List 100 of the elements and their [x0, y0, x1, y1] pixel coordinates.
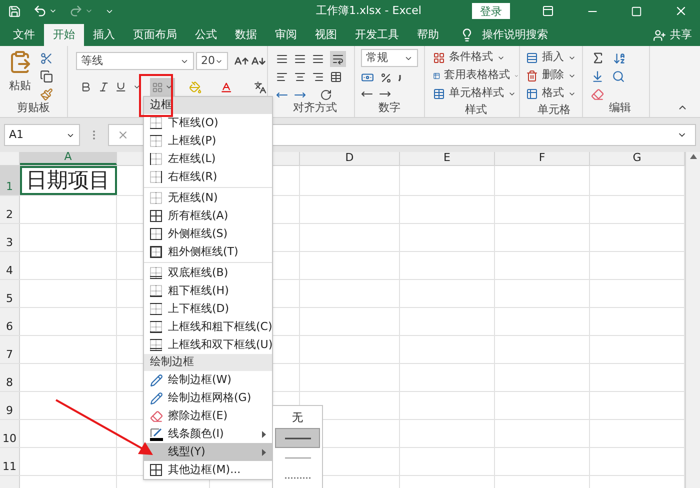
- scroll-up-icon[interactable]: [690, 154, 696, 159]
- italic-icon[interactable]: [98, 81, 110, 93]
- menu-item[interactable]: 左框线(L): [144, 150, 272, 168]
- percent-icon[interactable]: [380, 72, 392, 84]
- line-style-option[interactable]: 无: [275, 408, 320, 428]
- menu-item[interactable]: 绘制边框网格(G): [144, 389, 272, 407]
- styles-button[interactable]: 单元格样式: [433, 86, 519, 101]
- ribbon-tab[interactable]: 页面布局: [124, 24, 186, 46]
- cells-button[interactable]: 格式: [526, 86, 582, 101]
- menu-item[interactable]: 粗下框线(H): [144, 282, 272, 300]
- menu-item[interactable]: 上框线和双下框线(U): [144, 336, 272, 354]
- sum-icon[interactable]: [591, 51, 605, 65]
- align-top-icon[interactable]: [276, 53, 288, 65]
- menu-item[interactable]: 所有框线(A): [144, 207, 272, 225]
- ribbon-tab[interactable]: 插入: [84, 24, 124, 46]
- row-header[interactable]: 4: [0, 252, 20, 279]
- align-left-icon[interactable]: [276, 71, 288, 83]
- menu-item[interactable]: 无框线(N): [144, 189, 272, 207]
- redo-icon[interactable]: [69, 4, 83, 18]
- menu-item[interactable]: 上框线和粗下框线(C): [144, 318, 272, 336]
- underline-icon[interactable]: [115, 81, 128, 93]
- accounting-icon[interactable]: [361, 71, 374, 84]
- selected-cell[interactable]: 日期项目: [20, 166, 117, 195]
- rotate-icon[interactable]: [320, 89, 332, 101]
- cells-button[interactable]: 插入: [526, 50, 582, 65]
- merge-icon[interactable]: [330, 71, 342, 83]
- menu-item[interactable]: 擦除边框(E): [144, 407, 272, 425]
- ribbon-tab[interactable]: 开始: [44, 24, 84, 46]
- row-header[interactable]: 2: [0, 196, 20, 223]
- close-icon[interactable]: [674, 4, 688, 18]
- login-button[interactable]: 登录: [472, 3, 510, 19]
- ribbon-tab[interactable]: 开发工具: [346, 24, 408, 46]
- search-hint[interactable]: 操作说明搜索: [482, 26, 548, 44]
- caret-icon[interactable]: [164, 83, 173, 91]
- paste-icon[interactable]: [8, 50, 32, 74]
- menu-item[interactable]: 下框线(O): [144, 114, 272, 132]
- menu-item[interactable]: 双底框线(B): [144, 264, 272, 282]
- font-color-icon[interactable]: [220, 80, 232, 94]
- row-header[interactable]: 7: [0, 336, 20, 363]
- fill-icon[interactable]: [591, 70, 604, 83]
- align-center-icon[interactable]: [294, 71, 306, 83]
- ribbon-tab[interactable]: 公式: [186, 24, 226, 46]
- column-header[interactable]: E: [400, 152, 495, 165]
- phonetic-icon[interactable]: [254, 80, 267, 94]
- ribbon-tab[interactable]: 审阅: [266, 24, 306, 46]
- maximize-icon[interactable]: [631, 6, 642, 16]
- eraser-icon[interactable]: [591, 88, 604, 101]
- row-header[interactable]: 3: [0, 224, 20, 251]
- line-style-option[interactable]: [275, 428, 320, 448]
- undo-icon[interactable]: [33, 4, 47, 18]
- menu-item[interactable]: 线型(Y): [144, 443, 272, 461]
- align-bottom-icon[interactable]: [312, 53, 324, 65]
- ribbon-tab[interactable]: 帮助: [408, 24, 448, 46]
- lightbulb-icon[interactable]: [460, 28, 474, 42]
- ribbon-display-icon[interactable]: [542, 5, 554, 17]
- paintbrush-icon[interactable]: [40, 88, 53, 101]
- row-header[interactable]: 6: [0, 308, 20, 335]
- share-button[interactable]: 共享: [653, 24, 692, 46]
- row-header[interactable]: 11: [0, 448, 20, 475]
- search-icon[interactable]: [612, 70, 625, 83]
- fill-color-icon[interactable]: [189, 80, 202, 94]
- comma-icon[interactable]: [398, 74, 402, 82]
- row-header[interactable]: 8: [0, 364, 20, 391]
- align-right-icon[interactable]: [312, 71, 324, 83]
- column-header[interactable]: F: [495, 152, 590, 165]
- paste-label[interactable]: 粘贴: [9, 78, 31, 94]
- row-header[interactable]: 5: [0, 280, 20, 307]
- ribbon-tab[interactable]: 文件: [4, 24, 44, 46]
- ribbon-tab[interactable]: 视图: [306, 24, 346, 46]
- name-box[interactable]: A1: [4, 124, 80, 146]
- copy-icon[interactable]: [40, 70, 53, 83]
- row-header[interactable]: 9: [0, 392, 20, 419]
- border-icon: [150, 153, 162, 165]
- row-header[interactable]: 10: [0, 420, 20, 447]
- cells-button[interactable]: 删除: [526, 68, 582, 83]
- column-header[interactable]: A: [20, 152, 117, 165]
- column-header[interactable]: D: [300, 152, 400, 165]
- bold-icon[interactable]: [80, 81, 92, 93]
- menu-item[interactable]: 上下框线(D): [144, 300, 272, 318]
- save-icon[interactable]: [8, 4, 21, 18]
- text-orientation-icon[interactable]: [332, 53, 344, 65]
- styles-button[interactable]: 套用表格格式: [433, 68, 519, 83]
- menu-item[interactable]: 其他边框(M)...: [144, 461, 272, 479]
- scissors-icon[interactable]: [40, 52, 53, 65]
- menu-item[interactable]: 线条颜色(I): [144, 425, 272, 443]
- menu-item[interactable]: 绘制边框(W): [144, 371, 272, 389]
- styles-button[interactable]: 条件格式: [433, 50, 519, 65]
- row-header[interactable]: 1: [0, 166, 20, 195]
- align-middle-icon[interactable]: [294, 53, 306, 65]
- number-format-field[interactable]: 常规: [361, 49, 418, 67]
- ribbon-tab[interactable]: 数据: [226, 24, 266, 46]
- menu-item[interactable]: 粗外侧框线(T): [144, 243, 272, 261]
- font-name-field[interactable]: 等线: [76, 52, 194, 70]
- caret-icon[interactable]: [133, 83, 141, 91]
- caret-icon[interactable]: [49, 7, 57, 15]
- menu-item[interactable]: 右框线(R): [144, 168, 272, 186]
- font-size-field[interactable]: 20: [196, 52, 228, 70]
- menu-item[interactable]: 上框线(P): [144, 132, 272, 150]
- sort-icon[interactable]: [613, 52, 626, 64]
- menu-item[interactable]: 外侧框线(S): [144, 225, 272, 243]
